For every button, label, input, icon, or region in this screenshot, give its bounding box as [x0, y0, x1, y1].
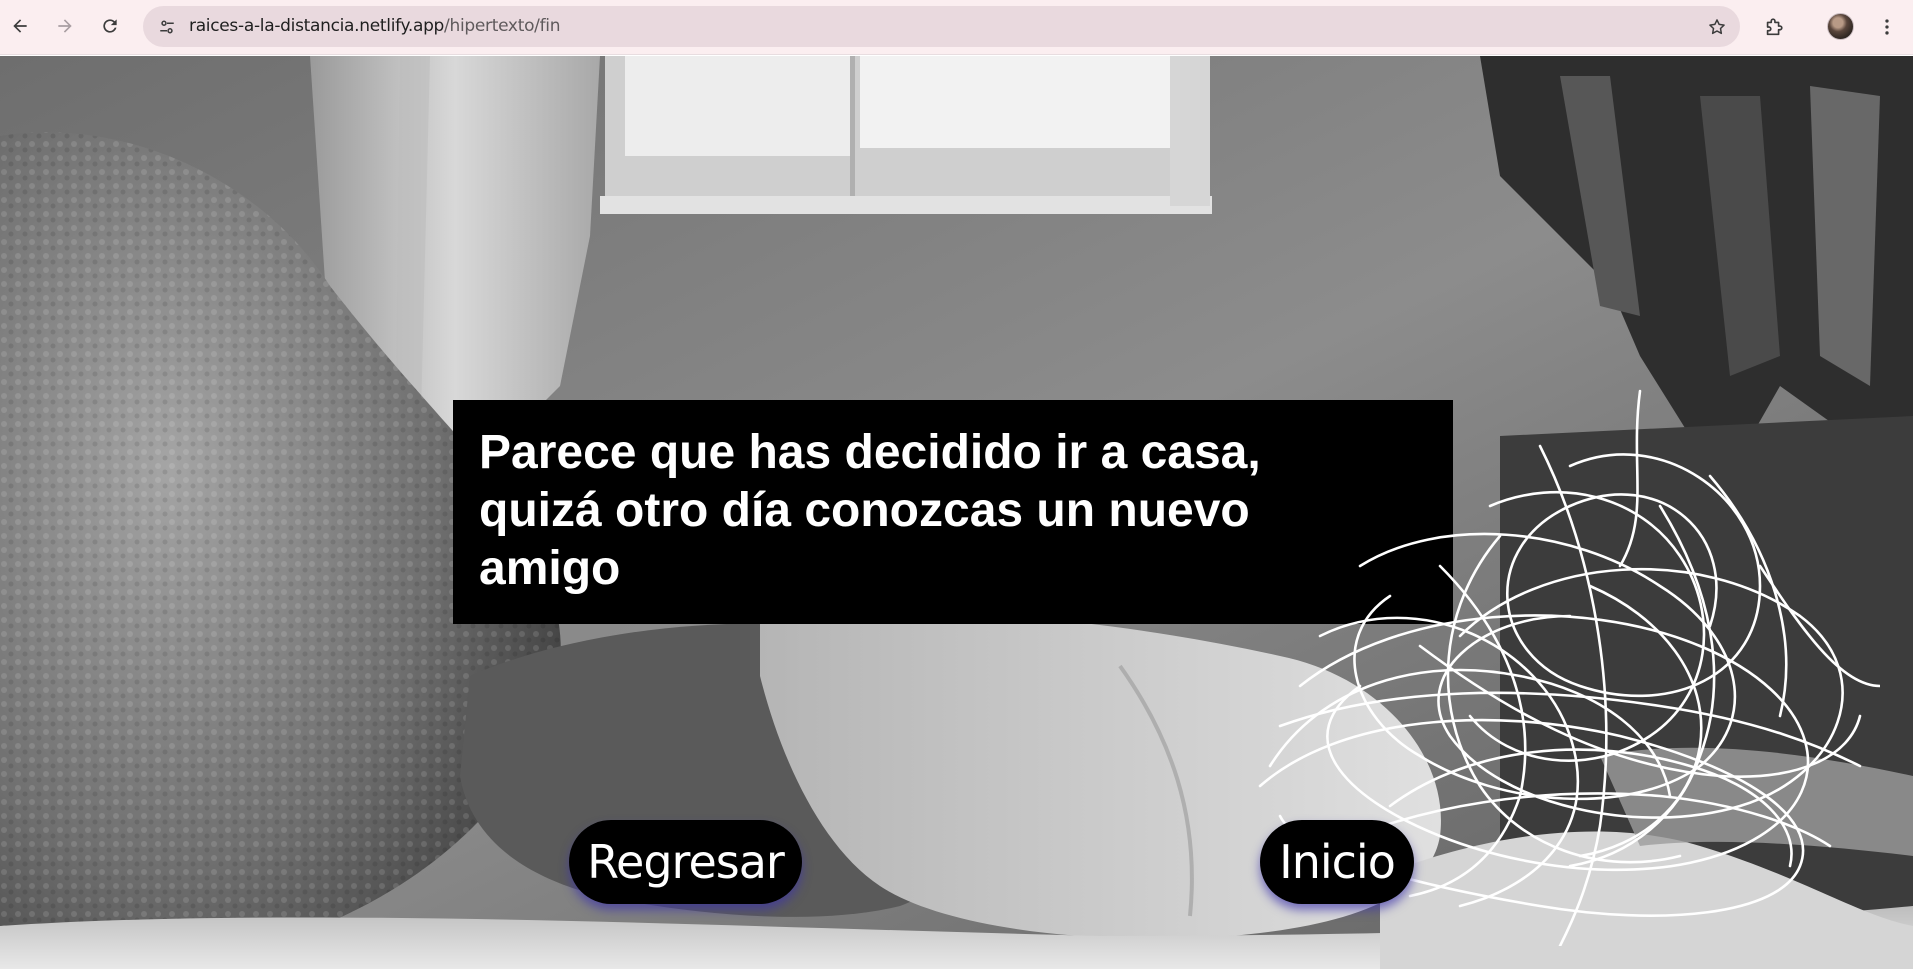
url-path: /hipertexto/fin: [444, 16, 561, 36]
puzzle-icon: [1766, 18, 1783, 36]
bookmark-button[interactable]: [1701, 11, 1732, 42]
web-page: Parece que has decidido ir a casa, quizá…: [0, 56, 1913, 969]
site-info-button[interactable]: [151, 11, 182, 42]
menu-button[interactable]: [1869, 9, 1905, 45]
url-host: raices-a-la-distancia.netlify.app: [189, 16, 445, 36]
extensions-button[interactable]: [1756, 9, 1792, 45]
url-text[interactable]: raices-a-la-distancia.netlify.app/hipert…: [189, 6, 560, 47]
star-icon: [1708, 18, 1725, 34]
address-bar[interactable]: raices-a-la-distancia.netlify.app/hipert…: [143, 6, 1740, 47]
reload-icon: [103, 19, 117, 33]
back-button[interactable]: [3, 9, 37, 43]
tune-icon: [159, 20, 174, 33]
reload-button[interactable]: [93, 9, 127, 43]
forward-button[interactable]: [48, 9, 82, 43]
back-link-button[interactable]: Regresar: [569, 820, 802, 904]
home-link-button[interactable]: Inicio: [1260, 820, 1414, 904]
profile-avatar[interactable]: [1827, 13, 1854, 40]
arrow-left-icon: [13, 19, 27, 33]
end-message: Parece que has decidido ir a casa, quizá…: [479, 426, 1261, 595]
browser-toolbar: raices-a-la-distancia.netlify.app/hipert…: [0, 0, 1913, 55]
arrow-right-icon: [58, 19, 72, 33]
more-vert-icon: [1885, 19, 1889, 35]
